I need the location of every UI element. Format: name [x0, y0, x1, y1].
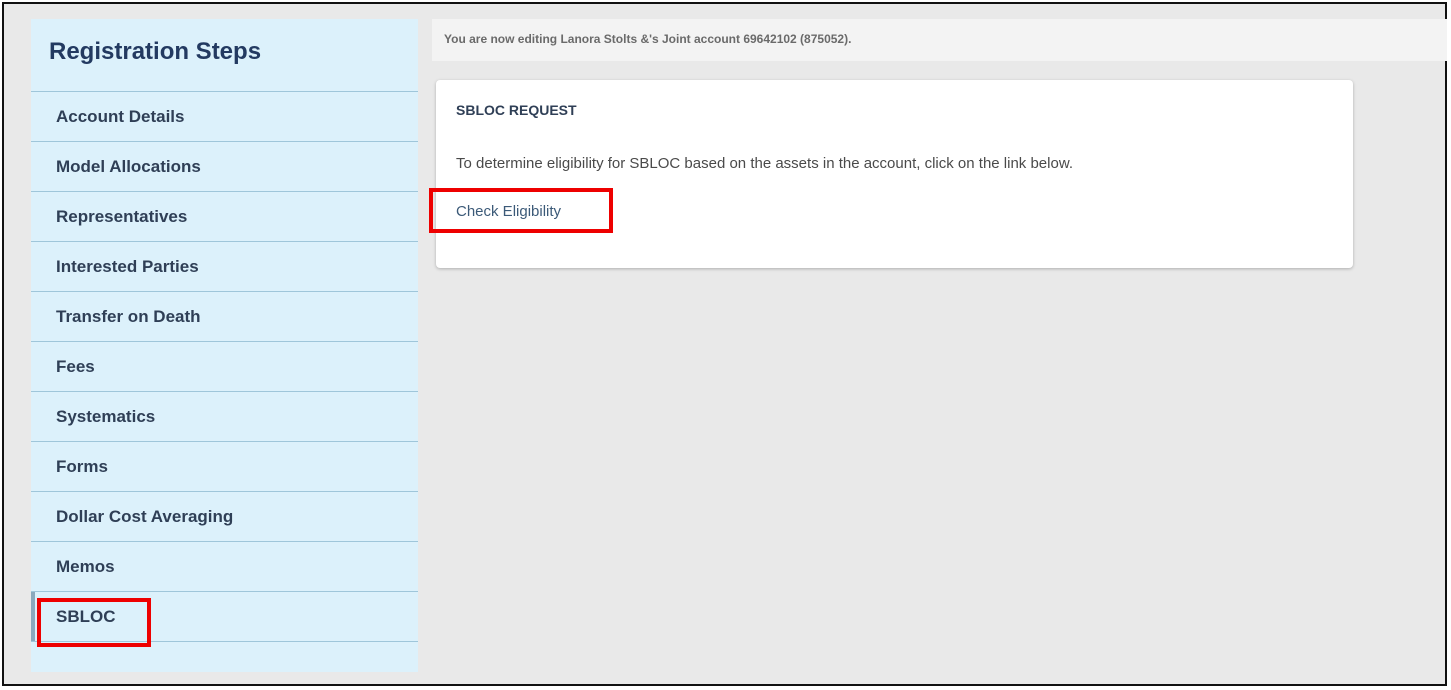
sidebar-item-memos[interactable]: Memos [31, 542, 418, 592]
sidebar-title: Registration Steps [31, 19, 418, 92]
sidebar-item-interested-parties[interactable]: Interested Parties [31, 242, 418, 292]
editing-notice: You are now editing Lanora Stolts &'s Jo… [432, 19, 1447, 61]
sidebar-item-systematics[interactable]: Systematics [31, 392, 418, 442]
card-title: SBLOC REQUEST [456, 102, 577, 118]
sidebar-item-fees[interactable]: Fees [31, 342, 418, 392]
sidebar-item-sbloc[interactable]: SBLOC [31, 592, 418, 642]
sidebar-item-model-allocations[interactable]: Model Allocations [31, 142, 418, 192]
sbloc-request-card: SBLOC REQUEST To determine eligibility f… [436, 80, 1353, 268]
card-description: To determine eligibility for SBLOC based… [456, 155, 1073, 172]
sidebar-item-representatives[interactable]: Representatives [31, 192, 418, 242]
sidebar-item-dollar-cost-averaging[interactable]: Dollar Cost Averaging [31, 492, 418, 542]
sidebar-item-forms[interactable]: Forms [31, 442, 418, 492]
sidebar-item-transfer-on-death[interactable]: Transfer on Death [31, 292, 418, 342]
sidebar-item-account-details[interactable]: Account Details [31, 92, 418, 142]
check-eligibility-link[interactable]: Check Eligibility [456, 203, 561, 220]
registration-steps-sidebar: Registration Steps Account Details Model… [31, 19, 418, 672]
